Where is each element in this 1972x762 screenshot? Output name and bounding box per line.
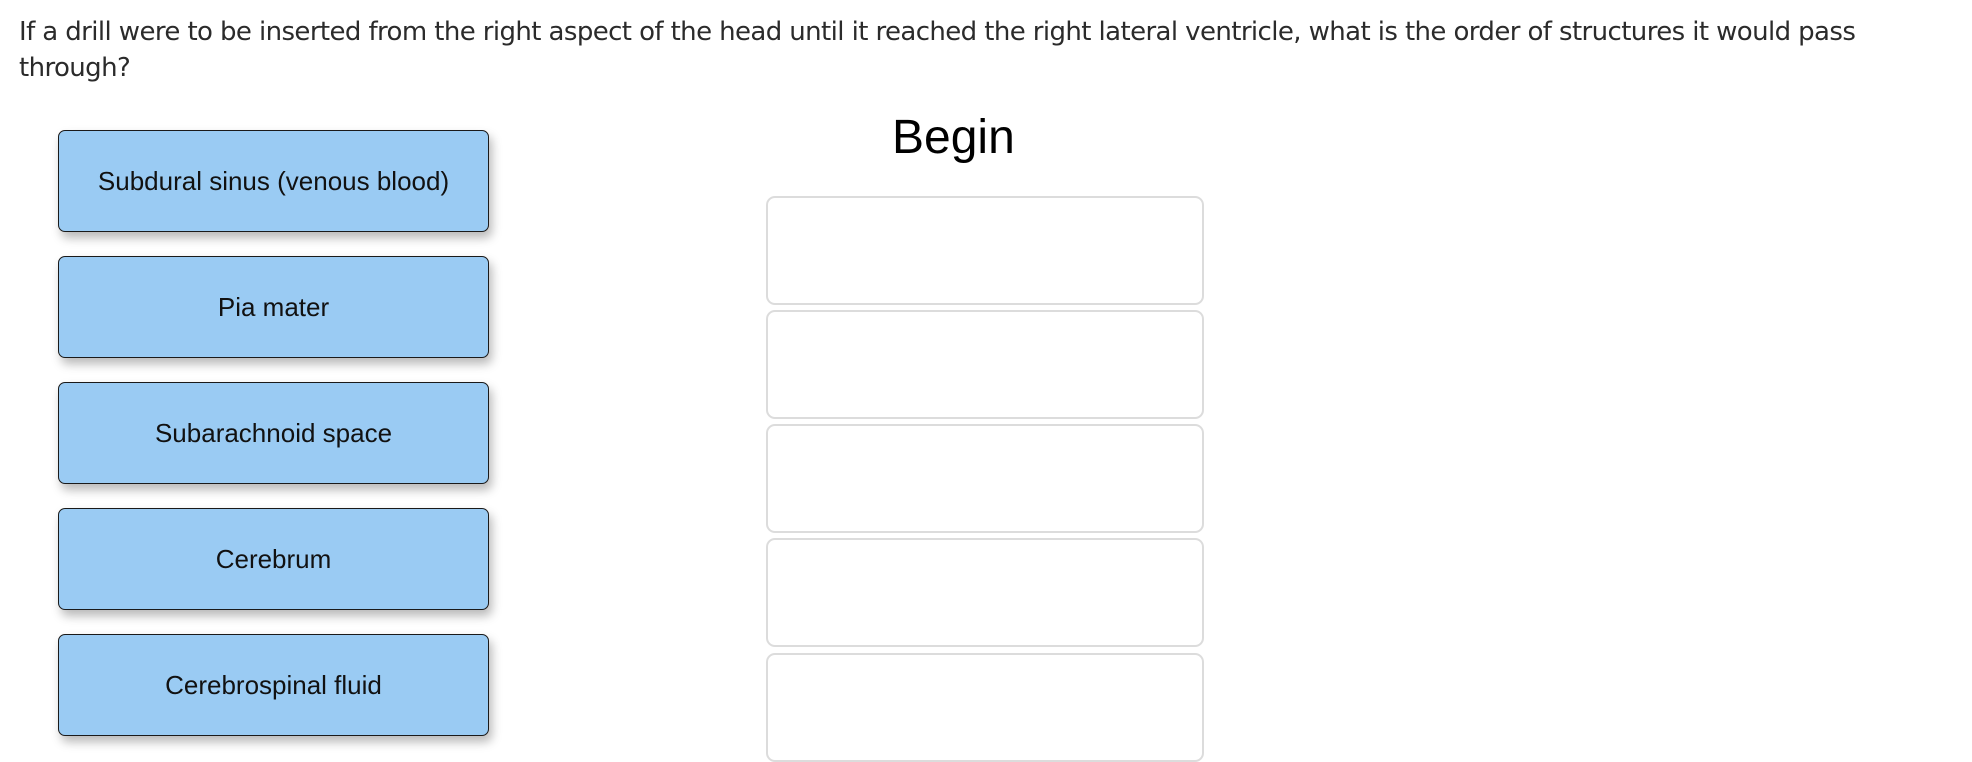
drop-slot[interactable] [766,424,1204,533]
option-label: Subarachnoid space [154,417,393,448]
option-tile[interactable]: Subarachnoid space [58,382,489,484]
drop-slot[interactable] [766,653,1204,762]
option-tile[interactable]: Cerebrospinal fluid [58,634,489,736]
drop-slot[interactable] [766,538,1204,647]
option-label: Subdural sinus (venous blood) [97,165,450,196]
option-label: Cerebrospinal fluid [165,669,382,700]
question-text: If a drill were to be inserted from the … [19,17,1856,83]
drop-slot[interactable] [766,310,1204,419]
option-tile[interactable]: Cerebrum [58,508,489,610]
option-label: Pia mater [217,291,330,322]
drop-slot[interactable] [766,196,1204,305]
option-label: Cerebrum [215,543,332,574]
sequence-heading: Begin [892,111,1015,164]
option-tile[interactable]: Subdural sinus (venous blood) [58,130,489,232]
option-tile[interactable]: Pia mater [58,256,489,358]
